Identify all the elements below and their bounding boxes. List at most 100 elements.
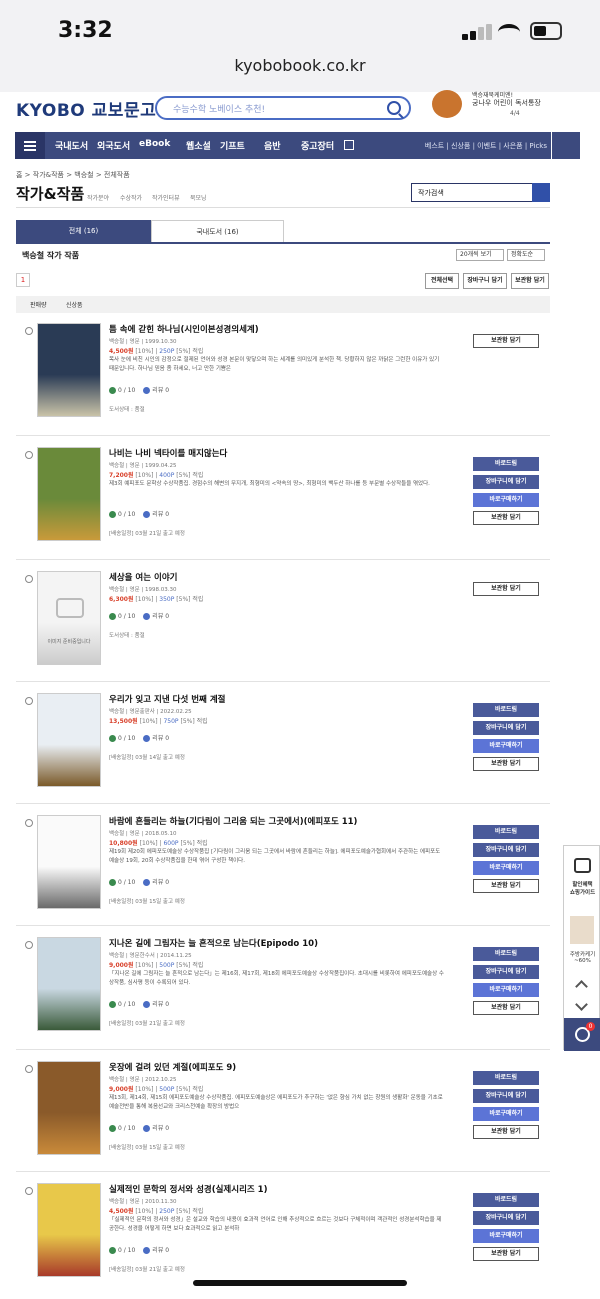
nav-item[interactable]: 기프트 [220,139,245,152]
book-cover[interactable] [37,815,101,909]
review-count[interactable]: 리뷰 0 [152,613,169,620]
book-cover[interactable] [37,1183,101,1277]
keep-button[interactable]: 보관함 담기 [511,273,549,289]
author-search-select[interactable]: 작가검색 [411,183,550,202]
add-cart-button[interactable]: 장바구니에 담기 [473,721,539,735]
shipping-info: [배송일정] 03월 15일 출고 예정 [109,1145,185,1151]
guide-label[interactable]: 쇼핑가이드 [566,888,599,896]
kyobo-logo[interactable]: KYOBO 교보문고 [16,96,156,121]
pickup-button[interactable]: 바로드림 [473,825,539,839]
keep-button[interactable]: 보관함 담기 [473,1247,539,1261]
book-title[interactable]: 세상을 여는 이야기 [109,571,177,583]
select-checkbox[interactable] [25,327,33,335]
pickup-button[interactable]: 바로드림 [473,703,539,717]
select-all-button[interactable]: 전체선택 [425,273,459,289]
keep-button[interactable]: 보관함 담기 [473,1001,539,1015]
add-cart-button[interactable]: 장바구니에 담기 [473,843,539,857]
recent-view-button[interactable]: 0 [564,1018,600,1051]
review-count[interactable]: 리뷰 0 [152,1001,169,1008]
nav-item[interactable]: eBook [139,139,170,149]
tab-all[interactable]: 전체 (16) [16,220,151,243]
keep-button[interactable]: 보관함 담기 [473,879,539,893]
book-title[interactable]: 바람에 흔들리는 하늘(기다림이 그리움 되는 그곳에서)(에피포도 11) [109,815,357,827]
nav-item[interactable]: 중고장터 [301,139,334,152]
book-title[interactable]: 틈 속에 갇힌 하나님(시인이본성경의세계) [109,323,259,335]
book-cover[interactable] [37,1061,101,1155]
book-title[interactable]: 실제적인 문학의 정서와 성경(실제시리즈 1) [109,1183,267,1195]
review-count[interactable]: 리뷰 0 [152,879,169,886]
sort-select[interactable]: 정확도순 [507,249,545,261]
keep-button[interactable]: 보관함 담기 [473,757,539,771]
add-cart-button[interactable]: 장바구니에 담기 [473,475,539,489]
book-title[interactable]: 지나온 길에 그림자는 늘 흔적으로 남는다(Epipodo 10) [109,937,318,949]
select-checkbox[interactable] [25,1065,33,1073]
pickup-button[interactable]: 바로드림 [473,457,539,471]
add-cart-button[interactable]: 장바구니에 담기 [473,1089,539,1103]
review-count[interactable]: 리뷰 0 [152,735,169,742]
buy-now-button[interactable]: 바로구매하기 [473,1107,539,1121]
nav-item[interactable]: 음반 [264,139,281,152]
shipping-info: [배송일정] 03월 21일 출고 예정 [109,1267,185,1273]
review-count[interactable]: 리뷰 0 [152,1125,169,1132]
buy-now-button[interactable]: 바로구매하기 [473,493,539,507]
keep-button[interactable]: 보관함 담기 [473,1125,539,1139]
recent-product-thumb[interactable] [570,916,594,944]
nav-item[interactable]: 웹소설 [186,139,211,152]
review-count[interactable]: 리뷰 0 [152,511,169,518]
pickup-button[interactable]: 바로드림 [473,1071,539,1085]
cart-button[interactable]: 장바구니 담기 [463,273,507,289]
search-icon[interactable] [532,183,550,202]
pickup-button[interactable]: 바로드림 [473,1193,539,1207]
buy-now-button[interactable]: 바로구매하기 [473,739,539,753]
pickup-button[interactable]: 바로드림 [473,947,539,961]
buy-now-button[interactable]: 바로구매하기 [473,1229,539,1243]
subnav-item[interactable]: 작가인터뷰 [152,193,180,202]
subnav-item[interactable]: 수상작가 [120,193,142,202]
add-cart-button[interactable]: 장바구니에 담기 [473,965,539,979]
book-title[interactable]: 나비는 나비 넥타이를 매지않는다 [109,447,227,459]
subnav-item[interactable]: 작가분야 [87,193,109,202]
book-title[interactable]: 우리가 잊고 지낸 다섯 번째 계절 [109,693,225,705]
select-checkbox[interactable] [25,697,33,705]
buy-now-button[interactable]: 바로구매하기 [473,983,539,997]
add-icon[interactable] [344,140,354,150]
guide-label[interactable]: 할인혜택 [566,880,599,888]
page-size-select[interactable]: 20개씩 보기 [456,249,504,261]
review-count[interactable]: 리뷰 0 [152,1247,169,1254]
select-checkbox[interactable] [25,941,33,949]
sort-sales[interactable]: 판매량 [30,300,47,309]
promo-banner[interactable]: 백승재북케미엔! 궁나우 어린이 독서통장 4/4 [432,88,552,124]
nav-quick-links[interactable]: 베스트 | 신상품 | 이벤트 | 사은품 | Picks [425,141,547,151]
tab-domestic[interactable]: 국내도서 (16) [151,220,284,243]
subnav-item[interactable]: 북모닝 [190,193,207,202]
keep-button[interactable]: 보관함 담기 [473,582,539,596]
menu-icon[interactable] [15,132,45,159]
book-cover[interactable] [37,937,101,1031]
book-title[interactable]: 옷장에 걸려 있던 계절(에피포도 9) [109,1061,236,1073]
nav-item[interactable]: 외국도서 [97,139,130,152]
book-meta: 백승철 | 영문 | 1998.03.30 [109,587,177,593]
select-checkbox[interactable] [25,1187,33,1195]
book-cover[interactable] [37,323,101,417]
nav-item[interactable]: 국내도서 [55,139,88,152]
book-cover[interactable] [37,693,101,787]
book-cover[interactable]: 이미지 준비중입니다 [37,571,101,665]
search-input[interactable]: 수능수학 노베이스 추천! [155,96,411,120]
page-number[interactable]: 1 [16,273,30,287]
keep-button[interactable]: 보관함 담기 [473,334,539,348]
search-icon[interactable] [387,101,401,115]
add-cart-button[interactable]: 장바구니에 담기 [473,1211,539,1225]
collapse-icon[interactable] [552,132,580,159]
url-bar[interactable]: kyobobook.co.kr [0,56,600,75]
select-checkbox[interactable] [25,575,33,583]
chevron-down-icon[interactable] [575,998,588,1011]
sort-new[interactable]: 신상품 [66,300,83,309]
select-checkbox[interactable] [25,819,33,827]
book-cover[interactable] [37,447,101,541]
keep-button[interactable]: 보관함 담기 [473,511,539,525]
review-count[interactable]: 리뷰 0 [152,387,169,394]
chevron-up-icon[interactable] [575,980,588,993]
buy-now-button[interactable]: 바로구매하기 [473,861,539,875]
select-checkbox[interactable] [25,451,33,459]
divider [16,207,550,208]
